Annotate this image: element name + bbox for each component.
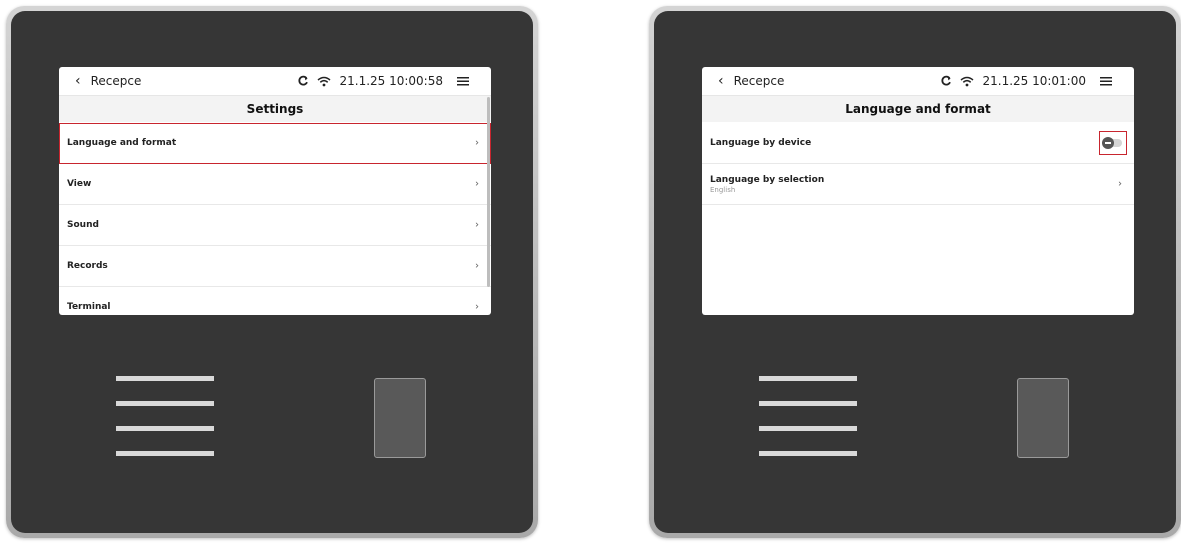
card-reader — [1017, 378, 1069, 458]
device-screen: ‹ Recepce 21.1.25 10:00:58 Settings Lang… — [59, 67, 491, 315]
selected-language-value: English — [710, 185, 736, 194]
language-by-selection-label: Language by selection — [710, 174, 825, 185]
language-by-device-label: Language by device — [710, 138, 812, 148]
settings-item-label: Sound — [67, 220, 99, 230]
status-datetime: 21.1.25 10:01:00 — [982, 74, 1086, 88]
settings-item-records[interactable]: Records › — [59, 246, 491, 287]
language-by-device-row: Language by device — [702, 123, 1134, 164]
language-settings-list: Language by device Language by selection… — [702, 123, 1134, 205]
speaker-grille — [759, 376, 857, 476]
status-bar: ‹ Recepce 21.1.25 10:00:58 — [59, 67, 491, 96]
speaker-grille — [116, 376, 214, 476]
back-label: Recepce — [90, 74, 142, 88]
chevron-right-icon: › — [475, 178, 479, 190]
chevron-right-icon: › — [475, 137, 479, 149]
status-bar: ‹ Recepce 21.1.25 10:01:00 — [702, 67, 1134, 96]
wifi-icon — [960, 76, 974, 87]
language-by-selection-row[interactable]: Language by selection English › — [702, 164, 1134, 205]
canvas: ‹ Recepce 21.1.25 10:00:58 Settings Lang… — [0, 0, 1181, 543]
wifi-icon — [317, 76, 331, 87]
settings-item-view[interactable]: View › — [59, 164, 491, 205]
chevron-right-icon: › — [475, 301, 479, 313]
device-face: ‹ Recepce 21.1.25 10:00:58 Settings Lang… — [11, 11, 533, 533]
refresh-icon[interactable] — [297, 75, 309, 87]
status-datetime: 21.1.25 10:00:58 — [339, 74, 443, 88]
refresh-icon[interactable] — [940, 75, 952, 87]
page-title: Settings — [59, 96, 491, 122]
settings-list: Language and format › View › Sound › Rec… — [59, 123, 491, 315]
settings-item-language-and-format[interactable]: Language and format › — [59, 123, 491, 164]
device-face: ‹ Recepce 21.1.25 10:01:00 Language and … — [654, 11, 1176, 533]
chevron-right-icon: › — [475, 260, 479, 272]
settings-item-sound[interactable]: Sound › — [59, 205, 491, 246]
hamburger-menu-icon[interactable] — [457, 76, 469, 86]
language-by-device-toggle[interactable] — [1102, 137, 1122, 149]
chevron-left-icon: ‹ — [75, 73, 81, 89]
settings-item-label: Records — [67, 261, 108, 271]
back-label: Recepce — [733, 74, 785, 88]
status-right: 21.1.25 10:00:58 — [297, 74, 477, 88]
back-button[interactable]: ‹ Recepce — [75, 74, 141, 88]
settings-item-label: View — [67, 179, 92, 189]
intercom-device-right: ‹ Recepce 21.1.25 10:01:00 Language and … — [649, 6, 1181, 538]
back-button[interactable]: ‹ Recepce — [718, 74, 784, 88]
toggle-knob — [1102, 137, 1114, 149]
settings-item-label: Language and format — [67, 138, 177, 148]
chevron-right-icon: › — [475, 219, 479, 231]
intercom-device-left: ‹ Recepce 21.1.25 10:00:58 Settings Lang… — [6, 6, 538, 538]
chevron-right-icon: › — [1118, 178, 1122, 190]
settings-item-terminal[interactable]: Terminal › — [59, 287, 491, 315]
status-right: 21.1.25 10:01:00 — [940, 74, 1120, 88]
settings-item-label: Terminal — [67, 302, 111, 312]
toggle-highlight — [1099, 131, 1127, 155]
scrollbar[interactable] — [487, 97, 490, 287]
hamburger-menu-icon[interactable] — [1100, 76, 1112, 86]
card-reader — [374, 378, 426, 458]
page-title: Language and format — [702, 96, 1134, 122]
device-screen: ‹ Recepce 21.1.25 10:01:00 Language and … — [702, 67, 1134, 315]
chevron-left-icon: ‹ — [718, 73, 724, 89]
